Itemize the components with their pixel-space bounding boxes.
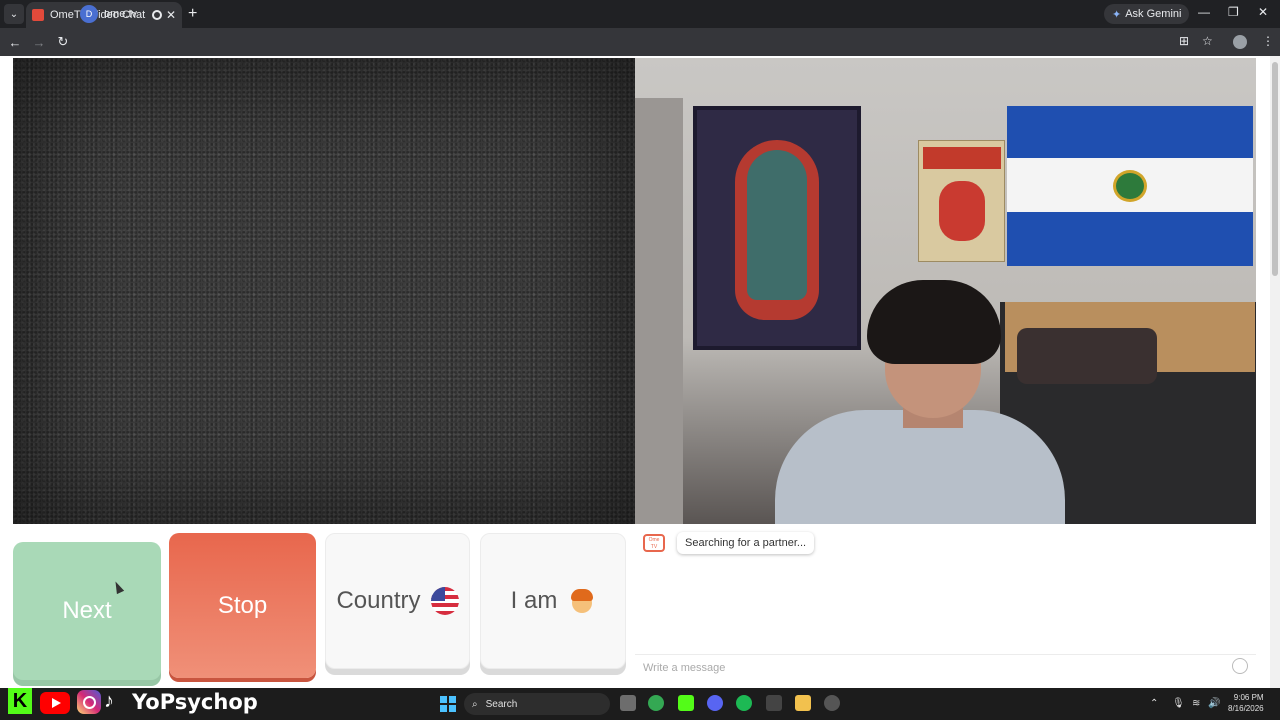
message-input[interactable]: Write a message bbox=[635, 654, 1256, 680]
stop-button[interactable]: Stop bbox=[169, 533, 316, 678]
door-frame bbox=[635, 98, 683, 524]
profile-avatar[interactable] bbox=[1233, 35, 1247, 49]
stop-label: Stop bbox=[217, 591, 268, 619]
wall-flag bbox=[1007, 106, 1253, 266]
spotify-icon[interactable] bbox=[736, 695, 752, 711]
chrome-icon[interactable] bbox=[648, 695, 664, 711]
taskbar-clock[interactable]: 9:06 PM 8/16/2026 bbox=[1228, 692, 1264, 714]
taskbar-search-label: Search bbox=[485, 698, 518, 710]
discord-icon[interactable] bbox=[707, 695, 723, 711]
clock-time: 9:06 PM bbox=[1233, 693, 1264, 702]
youtube-logo-icon bbox=[40, 692, 70, 714]
ometv-logo-icon: Ome TV bbox=[643, 534, 665, 552]
kick-logo-icon: K bbox=[8, 688, 32, 714]
partner-video-static bbox=[13, 58, 635, 524]
clock-date: 8/16/2026 bbox=[1228, 704, 1264, 713]
iam-label: I am bbox=[510, 587, 558, 614]
streaming-app-icon[interactable] bbox=[766, 695, 782, 711]
ometv-favicon-icon bbox=[32, 9, 44, 21]
task-view-icon[interactable] bbox=[620, 695, 636, 711]
forward-button[interactable]: → bbox=[27, 35, 51, 50]
country-label: Country bbox=[336, 587, 421, 614]
tiktok-logo-icon: ♪ bbox=[104, 690, 114, 712]
emoji-smile-icon[interactable] bbox=[1232, 658, 1248, 674]
window-close-button[interactable]: ✕ bbox=[1258, 5, 1268, 19]
windows-start-icon[interactable] bbox=[440, 696, 456, 712]
back-button[interactable]: ← bbox=[3, 35, 27, 50]
restore-button[interactable]: ❐ bbox=[1228, 5, 1239, 19]
kick-app-icon[interactable] bbox=[678, 695, 694, 711]
status-message: Searching for a partner... bbox=[677, 532, 815, 554]
pillow bbox=[1017, 328, 1157, 384]
instagram-logo-icon bbox=[77, 690, 101, 714]
tab-list-chevron-icon[interactable]: ⌄ bbox=[4, 4, 24, 24]
bookmark-star-icon[interactable]: ☆ bbox=[1202, 34, 1213, 48]
address-bar[interactable]: D ome.tv bbox=[80, 3, 1220, 25]
streamer-handle: YoPsychop bbox=[132, 690, 258, 714]
browser-toolbar: ← → ↻ bbox=[0, 28, 1280, 56]
self-camera-video bbox=[635, 58, 1256, 524]
country-button[interactable]: Country bbox=[325, 533, 470, 669]
next-button[interactable]: Next bbox=[13, 542, 161, 680]
person-hair bbox=[867, 280, 1001, 364]
browser-menu-icon[interactable]: ⋮ bbox=[1262, 34, 1274, 48]
comic-poster bbox=[918, 140, 1005, 262]
search-icon: ⌕ bbox=[472, 698, 478, 710]
volume-icon[interactable]: 🔊 bbox=[1208, 698, 1220, 709]
chat-panel: Ome TV Searching for a partner... Write … bbox=[635, 524, 1256, 680]
taskbar-search[interactable]: ⌕ Search bbox=[464, 693, 610, 715]
page-scrollbar[interactable] bbox=[1270, 56, 1280, 688]
tray-overflow-icon[interactable]: ⌃ bbox=[1150, 698, 1158, 709]
wifi-icon[interactable]: ≋ bbox=[1192, 698, 1200, 709]
obs-icon[interactable] bbox=[824, 695, 840, 711]
install-app-icon[interactable]: ⊞ bbox=[1179, 34, 1189, 48]
scrollbar-thumb[interactable] bbox=[1272, 62, 1278, 276]
next-label: Next bbox=[62, 597, 112, 624]
tapestry bbox=[693, 106, 861, 350]
ometv-page: Next Stop Country I am Ome TV Searching … bbox=[0, 56, 1270, 688]
site-info-icon[interactable]: D bbox=[80, 5, 98, 23]
url-text: ome.tv bbox=[104, 8, 138, 20]
file-explorer-icon[interactable] bbox=[795, 695, 811, 711]
microphone-icon[interactable]: 🎙 bbox=[1172, 698, 1185, 709]
reload-button[interactable]: ↻ bbox=[51, 34, 75, 50]
gender-button[interactable]: I am bbox=[480, 533, 626, 669]
boy-emoji-icon bbox=[569, 587, 595, 615]
us-flag-icon bbox=[430, 587, 459, 615]
